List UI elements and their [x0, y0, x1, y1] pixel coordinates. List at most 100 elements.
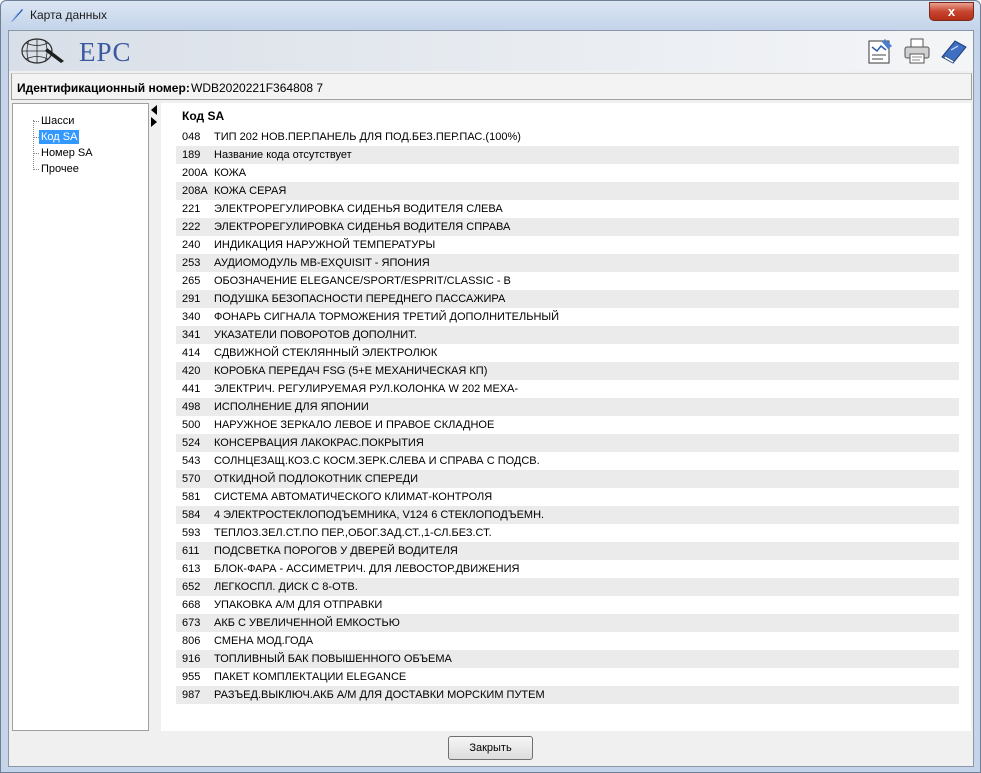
sa-code-cell: 200A	[182, 167, 208, 179]
sa-description-cell: ТОПЛИВНЫЙ БАК ПОВЫШЕННОГО ОБЪЕМА	[214, 653, 452, 665]
sa-description-cell: НАРУЖНОЕ ЗЕРКАЛО ЛЕВОЕ И ПРАВОЕ СКЛАДНОЕ	[214, 419, 495, 431]
tree-connector	[33, 120, 34, 170]
expand-right-arrow-icon[interactable]	[151, 117, 157, 127]
sa-description-cell: СОЛНЦЕЗАЩ.КОЗ.С КОСМ.ЗЕРК.СЛЕВА И СПРАВА…	[214, 455, 540, 467]
sa-description-cell: КОЖА СЕРАЯ	[214, 185, 287, 197]
title-bar[interactable]: Карта данных x	[1, 1, 980, 29]
client-area: EPC Идентификационный номер: WDB2020221F…	[8, 30, 974, 767]
sa-description-cell: ЛЕГКОСПЛ. ДИСК С 8-ОТВ.	[214, 581, 358, 593]
collapse-left-arrow-icon[interactable]	[151, 105, 157, 115]
table-row[interactable]: 189 Название кода отсутствует	[176, 146, 959, 164]
sa-code-table: Код SA 048 ТИП 202 НОВ.ПЕР.ПАНЕЛЬ ДЛЯ ПОД…	[161, 103, 971, 731]
table-row[interactable]: 570 ОТКИДНОЙ ПОДЛОКОТНИК СПЕРЕДИ	[176, 470, 959, 488]
sa-description-cell: ИСПОЛНЕНИЕ ДЛЯ ЯПОНИИ	[214, 401, 369, 413]
table-row[interactable]: 265 ОБОЗНАЧЕНИЕ ELEGANCE/SPORT/ESPRIT/CLA…	[176, 272, 959, 290]
sa-code-cell: 543	[182, 455, 201, 467]
sa-code-cell: 570	[182, 473, 201, 485]
epc-logo-text: EPC	[79, 37, 132, 67]
sa-code-cell: 652	[182, 581, 201, 593]
table-row[interactable]: 253 АУДИОМОДУЛЬ MB-EXQUISIT - ЯПОНИЯ	[176, 254, 959, 272]
tree-item-sa-code[interactable]: Код SA	[39, 130, 80, 144]
feather-icon	[11, 9, 23, 22]
table-row[interactable]: 420 КОРОБКА ПЕРЕДАЧ FSG (5+E МЕХАНИЧЕСКАЯ…	[176, 362, 959, 380]
table-row[interactable]: 652 ЛЕГКОСПЛ. ДИСК С 8-ОТВ.	[176, 578, 959, 596]
table-row[interactable]: 613 БЛОК-ФАРА - АССИМЕТРИЧ. ДЛЯ ЛЕВОСТОР.…	[176, 560, 959, 578]
tree-item-other[interactable]: Прочее	[39, 162, 81, 176]
sa-code-cell: 593	[182, 527, 201, 539]
sa-code-cell: 584	[182, 509, 201, 521]
table-row[interactable]: 668 УПАКОВКА А/М ДЛЯ ОТПРАВКИ	[176, 596, 959, 614]
bottom-bar: Закрыть	[9, 733, 973, 766]
header-band: EPC	[9, 31, 973, 71]
table-row[interactable]: 221 ЭЛЕКТРОРЕГУЛИРОВКА СИДЕНЬЯ ВОДИТЕЛЯ С…	[176, 200, 959, 218]
sa-code-cell: 420	[182, 365, 201, 377]
sa-code-cell: 265	[182, 275, 201, 287]
sa-description-cell: Название кода отсутствует	[214, 149, 352, 161]
sa-description-cell: УПАКОВКА А/М ДЛЯ ОТПРАВКИ	[214, 599, 383, 611]
sa-code-cell: 500	[182, 419, 201, 431]
sa-code-cell: 340	[182, 311, 201, 323]
sa-description-cell: ЭЛЕКТРОРЕГУЛИРОВКА СИДЕНЬЯ ВОДИТЕЛЯ СПРА…	[214, 221, 511, 233]
sa-code-cell: 581	[182, 491, 201, 503]
notes-icon[interactable]	[865, 37, 895, 65]
app-window: Карта данных x EPC Идентификационный ном…	[0, 0, 981, 773]
table-row[interactable]: 916 ТОПЛИВНЫЙ БАК ПОВЫШЕННОГО ОБЪЕМА	[176, 650, 959, 668]
table-row[interactable]: 611 ПОДСВЕТКА ПОРОГОВ У ДВЕРЕЙ ВОДИТЕЛЯ	[176, 542, 959, 560]
table-row[interactable]: 498 ИСПОЛНЕНИЕ ДЛЯ ЯПОНИИ	[176, 398, 959, 416]
table-row[interactable]: 414 СДВИЖНОЙ СТЕКЛЯННЫЙ ЭЛЕКТРОЛЮК	[176, 344, 959, 362]
tree-item-chassis[interactable]: Шасси	[39, 114, 76, 128]
table-row[interactable]: 987 РАЗЪЕД.ВЫКЛЮЧ.АКБ А/М ДЛЯ ДОСТАВКИ МО…	[176, 686, 959, 704]
sa-code-cell: 498	[182, 401, 201, 413]
table-row[interactable]: 524 КОНСЕРВАЦИЯ ЛАКОКРАС.ПОКРЫТИЯ	[176, 434, 959, 452]
table-row[interactable]: 340 ФОНАРЬ СИГНАЛА ТОРМОЖЕНИЯ ТРЕТИЙ ДОПО…	[176, 308, 959, 326]
sa-code-cell: 668	[182, 599, 201, 611]
close-button[interactable]: Закрыть	[448, 736, 533, 760]
tree-panel: Шасси Код SA Номер SA Прочее	[12, 103, 149, 731]
table-row[interactable]: 200A КОЖА	[176, 164, 959, 182]
sa-code-cell: 524	[182, 437, 201, 449]
sa-description-cell: СМЕНА МОД.ГОДА	[214, 635, 314, 647]
sa-description-cell: ФОНАРЬ СИГНАЛА ТОРМОЖЕНИЯ ТРЕТИЙ ДОПОЛНИ…	[214, 311, 560, 323]
sa-description-cell: УКАЗАТЕЛИ ПОВОРОТОВ ДОПОЛНИТ.	[214, 329, 417, 341]
sa-code-cell: 048	[182, 131, 201, 143]
column-header-sa-code: Код SA	[182, 109, 225, 123]
sa-description-cell: ЭЛЕКТРОРЕГУЛИРОВКА СИДЕНЬЯ ВОДИТЕЛЯ СЛЕВ…	[214, 203, 503, 215]
table-row[interactable]: 240 ИНДИКАЦИЯ НАРУЖНОЙ ТЕМПЕРАТУРЫ	[176, 236, 959, 254]
table-row[interactable]: 955 ПАКЕТ КОМПЛЕКТАЦИИ ELEGANCE	[176, 668, 959, 686]
sa-code-cell: 291	[182, 293, 201, 305]
sa-description-cell: ЭЛЕКТРИЧ. РЕГУЛИРУЕМАЯ РУЛ.КОЛОНКА W 202…	[214, 383, 519, 395]
sa-description-cell: КОЖА	[214, 167, 247, 179]
help-book-icon[interactable]	[939, 37, 969, 65]
table-row[interactable]: 291 ПОДУШКА БЕЗОПАСНОСТИ ПЕРЕДНЕГО ПАССАЖ…	[176, 290, 959, 308]
table-row[interactable]: 673 АКБ С УВЕЛИЧЕННОЙ ЕМКОСТЬЮ	[176, 614, 959, 632]
table-row[interactable]: 222 ЭЛЕКТРОРЕГУЛИРОВКА СИДЕНЬЯ ВОДИТЕЛЯ С…	[176, 218, 959, 236]
window-title: Карта данных	[30, 8, 107, 22]
sa-description-cell: БЛОК-ФАРА - АССИМЕТРИЧ. ДЛЯ ЛЕВОСТОР.ДВИ…	[214, 563, 520, 575]
table-row[interactable]: 581 СИСТЕМА АВТОМАТИЧЕСКОГО КЛИМАТ-КОНТРО…	[176, 488, 959, 506]
tree-item-sa-number[interactable]: Номер SA	[39, 146, 95, 160]
table-row[interactable]: 048 ТИП 202 НОВ.ПЕР.ПАНЕЛЬ ДЛЯ ПОД.БЕЗ.ПЕ…	[176, 128, 959, 146]
sa-description-cell: РАЗЪЕД.ВЫКЛЮЧ.АКБ А/М ДЛЯ ДОСТАВКИ МОРСК…	[214, 689, 545, 701]
sa-code-cell: 441	[182, 383, 201, 395]
sa-description-cell: 4 ЭЛЕКТРОСТЕКЛОПОДЪЕМНИКА, V124 6 СТЕКЛО…	[214, 509, 545, 521]
print-icon[interactable]	[902, 37, 932, 65]
sa-code-cell: 222	[182, 221, 201, 233]
table-row[interactable]: 593 ТЕПЛОЗ.ЗЕЛ.СТ.ПО ПЕР.,ОБОГ.ЗАД.СТ.,1-…	[176, 524, 959, 542]
table-row[interactable]: 208A КОЖА СЕРАЯ	[176, 182, 959, 200]
sa-code-cell: 240	[182, 239, 201, 251]
window-close-button[interactable]: x	[929, 2, 974, 21]
table-row[interactable]: 441 ЭЛЕКТРИЧ. РЕГУЛИРУЕМАЯ РУЛ.КОЛОНКА W …	[176, 380, 959, 398]
table-row[interactable]: 341 УКАЗАТЕЛИ ПОВОРОТОВ ДОПОЛНИТ.	[176, 326, 959, 344]
table-body: 048 ТИП 202 НОВ.ПЕР.ПАНЕЛЬ ДЛЯ ПОД.БЕЗ.ПЕ…	[176, 128, 959, 704]
sa-code-cell: 414	[182, 347, 201, 359]
sa-code-cell: 341	[182, 329, 201, 341]
sa-description-cell: СИСТЕМА АВТОМАТИЧЕСКОГО КЛИМАТ-КОНТРОЛЯ	[214, 491, 493, 503]
sa-code-cell: 611	[182, 545, 200, 557]
sa-description-cell: АКБ С УВЕЛИЧЕННОЙ ЕМКОСТЬЮ	[214, 617, 400, 629]
sa-description-cell: ТЕПЛОЗ.ЗЕЛ.СТ.ПО ПЕР.,ОБОГ.ЗАД.СТ.,1-СЛ.…	[214, 527, 492, 539]
table-row[interactable]: 806 СМЕНА МОД.ГОДА	[176, 632, 959, 650]
sa-description-cell: КОНСЕРВАЦИЯ ЛАКОКРАС.ПОКРЫТИЯ	[214, 437, 424, 449]
table-row[interactable]: 584 4 ЭЛЕКТРОСТЕКЛОПОДЪЕМНИКА, V124 6 СТЕ…	[176, 506, 959, 524]
table-row[interactable]: 500 НАРУЖНОЕ ЗЕРКАЛО ЛЕВОЕ И ПРАВОЕ СКЛАД…	[176, 416, 959, 434]
table-row[interactable]: 543 СОЛНЦЕЗАЩ.КОЗ.С КОСМ.ЗЕРК.СЛЕВА И СПР…	[176, 452, 959, 470]
